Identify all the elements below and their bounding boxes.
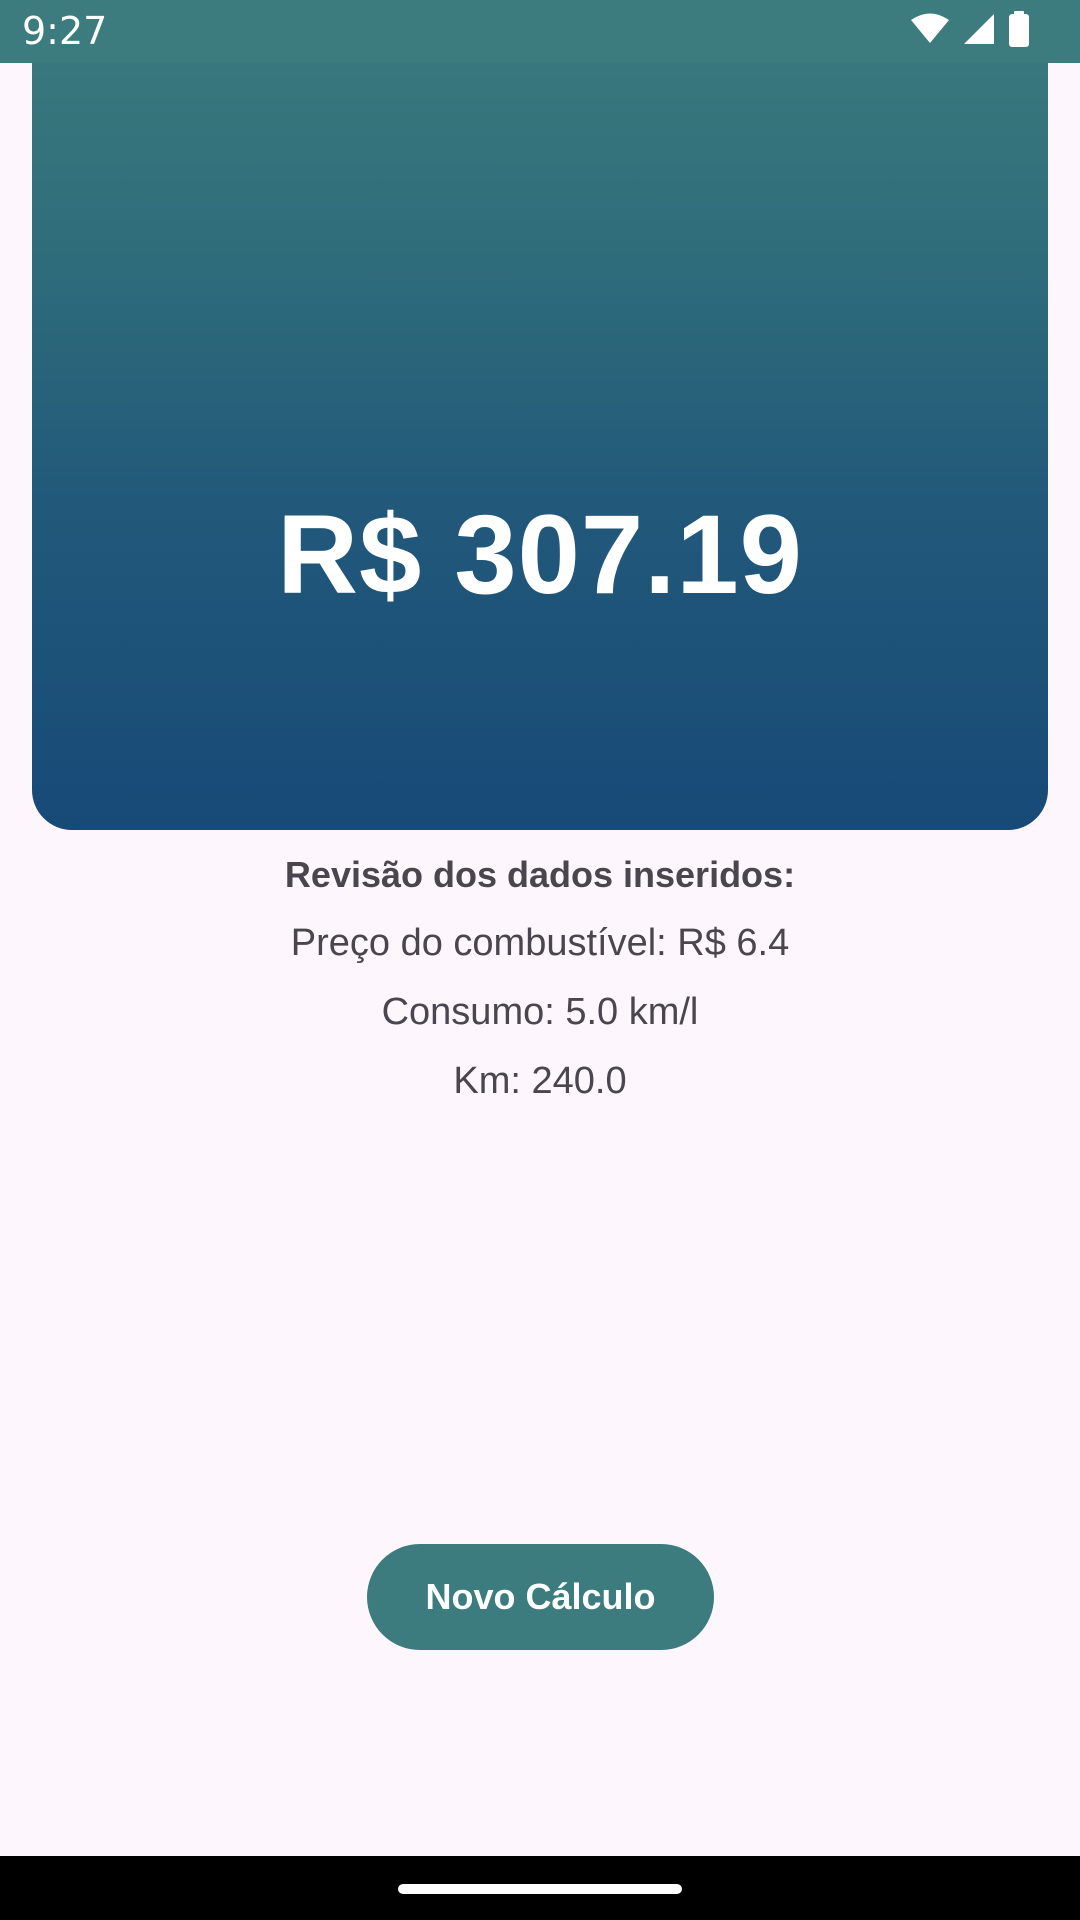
review-title: Revisão dos dados inseridos: [284,854,796,895]
result-value: R$ 307.19 [277,492,803,617]
fuel-price-text: Preço do combustível: R$ 6.4 [290,922,790,964]
screen: 9:27 R$ 307.19 Revisão dos dados inserid… [0,0,1080,1920]
status-bar: 9:27 [0,0,1080,63]
distance-text: Km: 240.0 [453,1060,627,1102]
wifi-icon [910,13,950,50]
review-section: Revisão dos dados inseridos: Preço do co… [0,850,1080,1125]
battery-icon [1008,10,1030,52]
consumption-text: Consumo: 5.0 km/l [381,991,699,1033]
signal-icon [962,12,996,51]
status-icons [910,10,1030,52]
status-time: 9:27 [22,9,108,53]
result-card: R$ 307.19 [32,0,1048,830]
home-indicator[interactable] [398,1884,682,1894]
new-calculation-button[interactable]: Novo Cálculo [367,1544,714,1650]
navigation-bar [0,1856,1080,1920]
